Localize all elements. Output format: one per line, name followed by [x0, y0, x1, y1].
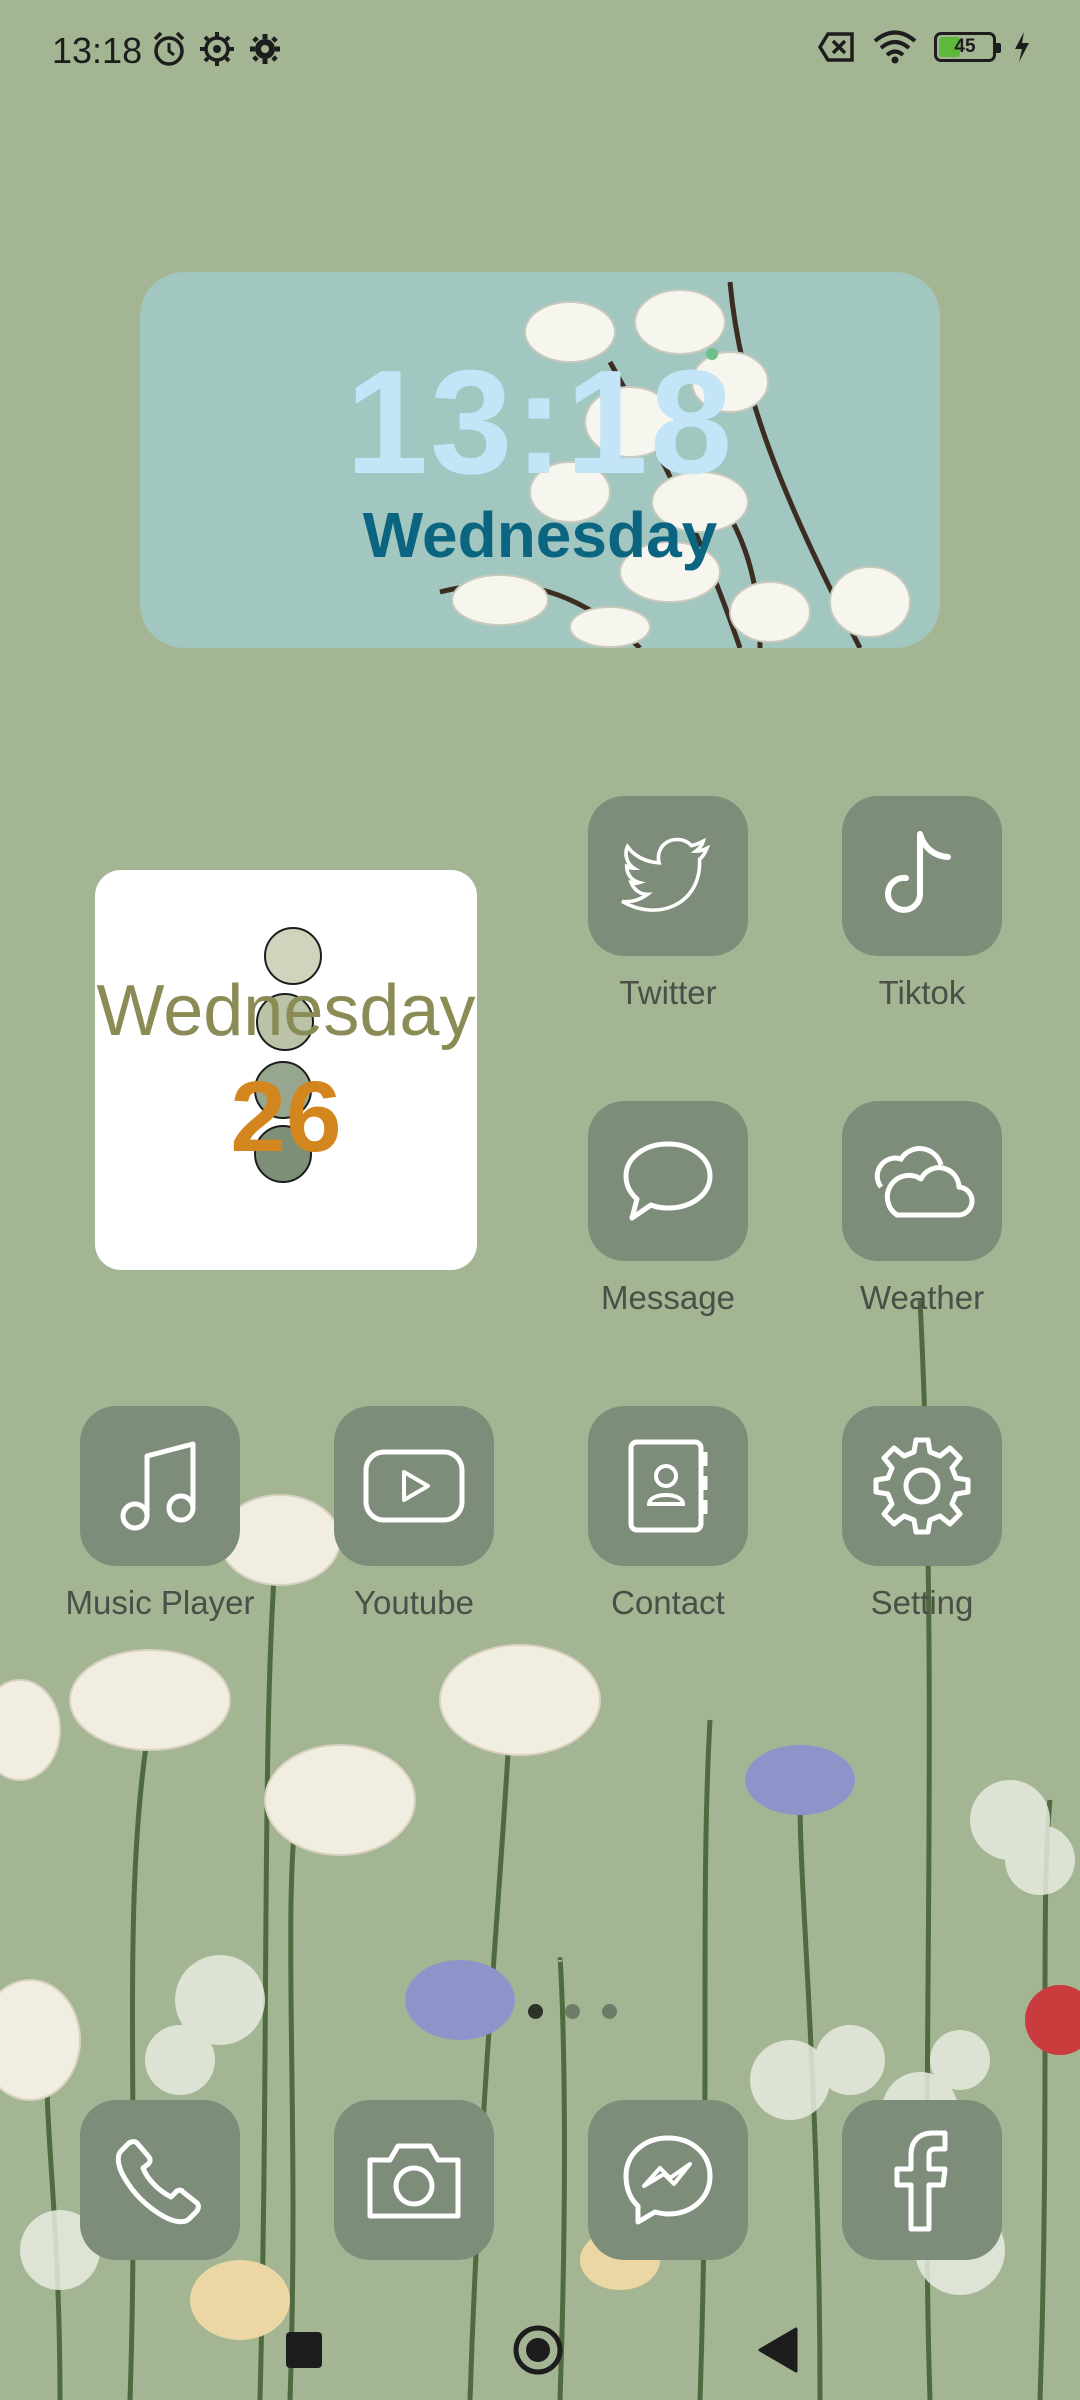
status-bar: 13:18 45 [0, 0, 1080, 100]
recents-button[interactable] [274, 2320, 334, 2380]
dock-facebook[interactable] [842, 2100, 1002, 2260]
gear-icon [250, 34, 280, 64]
twitter-icon [588, 796, 748, 956]
app-twitter[interactable]: Twitter [548, 796, 788, 1036]
battery-level: 45 [954, 36, 976, 57]
tiktok-icon [842, 796, 1002, 956]
app-tiktok[interactable]: Tiktok [802, 796, 1042, 1036]
app-contact[interactable]: Contact [548, 1406, 788, 1646]
square-icon [286, 2332, 322, 2368]
app-label: Message [601, 1279, 735, 1316]
message-icon [588, 1101, 748, 1261]
app-message[interactable]: Message [548, 1101, 788, 1341]
page-dot[interactable] [528, 2004, 543, 2019]
app-youtube[interactable]: Youtube [294, 1406, 534, 1646]
calendar-date: 26 [230, 1061, 342, 1173]
page-dot[interactable] [565, 2004, 580, 2019]
dock-messenger[interactable] [588, 2100, 748, 2260]
facebook-icon [894, 2130, 948, 2232]
app-label: Setting [870, 1584, 974, 1621]
calendar-widget[interactable]: Wednesday 26 [95, 870, 477, 1270]
no-sim-icon [817, 32, 854, 62]
app-label: Tiktok [878, 974, 966, 1011]
app-label: Twitter [619, 974, 717, 1011]
alarm-icon [153, 31, 185, 66]
page-dot[interactable] [602, 2004, 617, 2019]
weather-icon [842, 1101, 1002, 1261]
messenger-icon [623, 2135, 713, 2225]
dock-phone[interactable] [80, 2100, 240, 2260]
dock-camera[interactable] [334, 2100, 494, 2260]
app-setting[interactable]: Setting [802, 1406, 1042, 1646]
back-triangle-icon [758, 2327, 798, 2373]
phone-icon [115, 2139, 201, 2225]
youtube-icon [334, 1406, 494, 1566]
gear-outline-icon [200, 32, 234, 66]
camera-icon [367, 2143, 461, 2219]
music-icon [80, 1406, 240, 1566]
navigation-bar [0, 2300, 1080, 2400]
clock-time: 13:18 [345, 340, 735, 505]
home-button[interactable] [508, 2320, 568, 2380]
calendar-day: Wednesday [96, 971, 476, 1051]
setting-icon [842, 1406, 1002, 1566]
back-button[interactable] [748, 2320, 808, 2380]
clock-day: Wednesday [362, 499, 718, 571]
app-music-player[interactable]: Music Player [40, 1406, 280, 1646]
app-label: Youtube [354, 1584, 474, 1621]
wifi-icon [873, 30, 917, 64]
app-weather[interactable]: Weather [802, 1101, 1042, 1341]
page-indicator [528, 2004, 617, 2019]
app-label: Weather [859, 1279, 985, 1316]
home-circle-icon [513, 2325, 563, 2375]
clock-widget[interactable]: 13:18 Wednesday [140, 272, 940, 648]
battery-icon: 45 [934, 32, 1001, 62]
app-label: Contact [611, 1584, 725, 1621]
status-time: 13:18 [52, 30, 143, 71]
contact-icon [588, 1406, 748, 1566]
charging-icon [1015, 32, 1029, 62]
app-label: Music Player [65, 1584, 255, 1621]
